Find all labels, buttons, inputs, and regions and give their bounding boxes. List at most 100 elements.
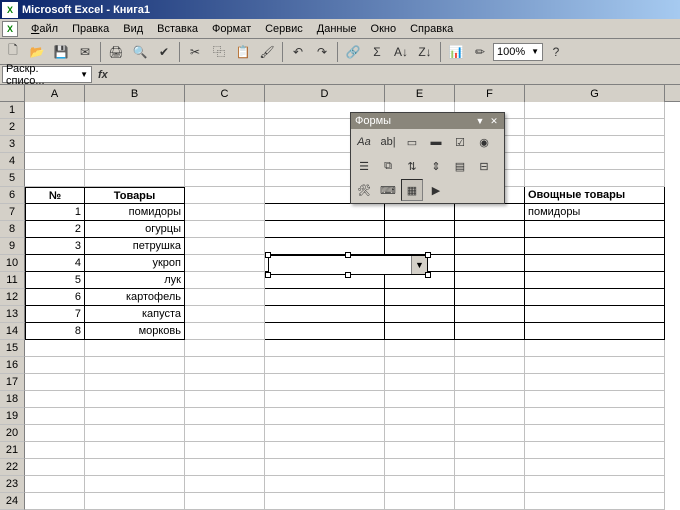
- col-header-B[interactable]: B: [85, 85, 185, 102]
- row-header[interactable]: 5: [0, 170, 25, 187]
- cell-B14[interactable]: морковь: [85, 323, 185, 340]
- col-header-D[interactable]: D: [265, 85, 385, 102]
- resize-handle[interactable]: [425, 272, 431, 278]
- listbox-icon[interactable]: ☰: [353, 155, 375, 177]
- row-header[interactable]: 19: [0, 408, 25, 425]
- menu-insert[interactable]: Вставка: [150, 21, 205, 37]
- row-header[interactable]: 13: [0, 306, 25, 323]
- row-header[interactable]: 11: [0, 272, 25, 289]
- row-header[interactable]: 1: [0, 102, 25, 119]
- cell-A14[interactable]: 8: [25, 323, 85, 340]
- scrollbar-icon[interactable]: ⇅: [401, 155, 423, 177]
- cell-B7[interactable]: помидоры: [85, 204, 185, 221]
- autosum-icon[interactable]: Σ: [366, 41, 388, 63]
- row-header[interactable]: 6: [0, 187, 25, 204]
- run-icon[interactable]: ▶: [425, 179, 447, 201]
- resize-handle[interactable]: [265, 272, 271, 278]
- col-header-F[interactable]: F: [455, 85, 525, 102]
- cell-B10[interactable]: укроп: [85, 255, 185, 272]
- help-icon[interactable]: ?: [545, 41, 567, 63]
- combobox-icon[interactable]: ⧉: [377, 155, 399, 177]
- row-header[interactable]: 4: [0, 153, 25, 170]
- cell-A9[interactable]: 3: [25, 238, 85, 255]
- forms-toolbar-titlebar[interactable]: Формы ▼ ✕: [351, 113, 504, 129]
- menu-edit[interactable]: Правка: [65, 21, 116, 37]
- preview-icon[interactable]: 🔍: [129, 41, 151, 63]
- code-icon[interactable]: ⌨: [377, 179, 399, 201]
- mail-icon[interactable]: ✉: [74, 41, 96, 63]
- select-all-corner[interactable]: [0, 85, 25, 102]
- cell-A7[interactable]: 1: [25, 204, 85, 221]
- row-header[interactable]: 15: [0, 340, 25, 357]
- format-painter-icon[interactable]: 🖌: [256, 41, 278, 63]
- new-icon[interactable]: 🗋: [2, 41, 24, 63]
- spellcheck-icon[interactable]: ✔: [153, 41, 175, 63]
- label-icon[interactable]: Aa: [353, 131, 375, 153]
- resize-handle[interactable]: [345, 272, 351, 278]
- row-header[interactable]: 16: [0, 357, 25, 374]
- menu-help[interactable]: Справка: [403, 21, 460, 37]
- cell-B11[interactable]: лук: [85, 272, 185, 289]
- cells-area[interactable]: № Товары Овощные товары 1помидорыпомидор…: [25, 102, 665, 510]
- cell-B12[interactable]: картофель: [85, 289, 185, 306]
- grid-icon[interactable]: ▦: [401, 179, 423, 201]
- row-header[interactable]: 10: [0, 255, 25, 272]
- row-header[interactable]: 18: [0, 391, 25, 408]
- button-icon[interactable]: ▬: [425, 131, 447, 153]
- row-header[interactable]: 3: [0, 136, 25, 153]
- name-box[interactable]: Раскр. списо... ▼: [2, 66, 92, 83]
- col-header-A[interactable]: A: [25, 85, 85, 102]
- cell-B6[interactable]: Товары: [85, 187, 185, 204]
- sort-desc-icon[interactable]: Z↓: [414, 41, 436, 63]
- toolbar-options-icon[interactable]: ▼: [474, 115, 486, 127]
- paste-icon[interactable]: 📋: [232, 41, 254, 63]
- col-header-C[interactable]: C: [185, 85, 265, 102]
- sort-asc-icon[interactable]: A↓: [390, 41, 412, 63]
- resize-handle[interactable]: [265, 252, 271, 258]
- resize-handle[interactable]: [425, 252, 431, 258]
- row-header[interactable]: 24: [0, 493, 25, 510]
- menu-view[interactable]: Вид: [116, 21, 150, 37]
- row-header[interactable]: 8: [0, 221, 25, 238]
- row-header[interactable]: 17: [0, 374, 25, 391]
- row-header[interactable]: 12: [0, 289, 25, 306]
- cell-B8[interactable]: огурцы: [85, 221, 185, 238]
- checkbox-icon[interactable]: ☑: [449, 131, 471, 153]
- forms-toolbar-window[interactable]: Формы ▼ ✕ Aa ab| ▭ ▬ ☑ ◉ ☰ ⧉ ⇅ ⇕ ▤ ⊟ 🛠 ⌨…: [350, 112, 505, 204]
- menu-file[interactable]: Файл: [24, 21, 65, 37]
- cell-A12[interactable]: 6: [25, 289, 85, 306]
- print-icon[interactable]: 🖨: [105, 41, 127, 63]
- cell-A10[interactable]: 4: [25, 255, 85, 272]
- row-header[interactable]: 20: [0, 425, 25, 442]
- cell-G6[interactable]: Овощные товары: [525, 187, 665, 204]
- close-icon[interactable]: ✕: [488, 115, 500, 127]
- fx-icon[interactable]: fx: [94, 69, 112, 81]
- spinner-icon[interactable]: ⇕: [425, 155, 447, 177]
- control-properties-icon[interactable]: 🛠: [353, 179, 375, 201]
- sheet-combobox-control[interactable]: ▼: [268, 255, 428, 275]
- cell-A13[interactable]: 7: [25, 306, 85, 323]
- radio-icon[interactable]: ◉: [473, 131, 495, 153]
- row-header[interactable]: 14: [0, 323, 25, 340]
- resize-handle[interactable]: [345, 252, 351, 258]
- cell-A8[interactable]: 2: [25, 221, 85, 238]
- cell-A6[interactable]: №: [25, 187, 85, 204]
- redo-icon[interactable]: ↷: [311, 41, 333, 63]
- chart-icon[interactable]: 📊: [445, 41, 467, 63]
- zoom-combo[interactable]: 100% ▼: [493, 43, 543, 61]
- edit-icon[interactable]: ▤: [449, 155, 471, 177]
- cell-A11[interactable]: 5: [25, 272, 85, 289]
- row-header[interactable]: 7: [0, 204, 25, 221]
- row-header[interactable]: 9: [0, 238, 25, 255]
- row-header[interactable]: 2: [0, 119, 25, 136]
- hyperlink-icon[interactable]: 🔗: [342, 41, 364, 63]
- menu-tools[interactable]: Сервис: [258, 21, 310, 37]
- menu-window[interactable]: Окно: [364, 21, 404, 37]
- open-icon[interactable]: 📂: [26, 41, 48, 63]
- col-header-E[interactable]: E: [385, 85, 455, 102]
- row-header[interactable]: 23: [0, 476, 25, 493]
- row-header[interactable]: 22: [0, 459, 25, 476]
- row-header[interactable]: 21: [0, 442, 25, 459]
- save-icon[interactable]: 💾: [50, 41, 72, 63]
- cell-G7[interactable]: помидоры: [525, 204, 665, 221]
